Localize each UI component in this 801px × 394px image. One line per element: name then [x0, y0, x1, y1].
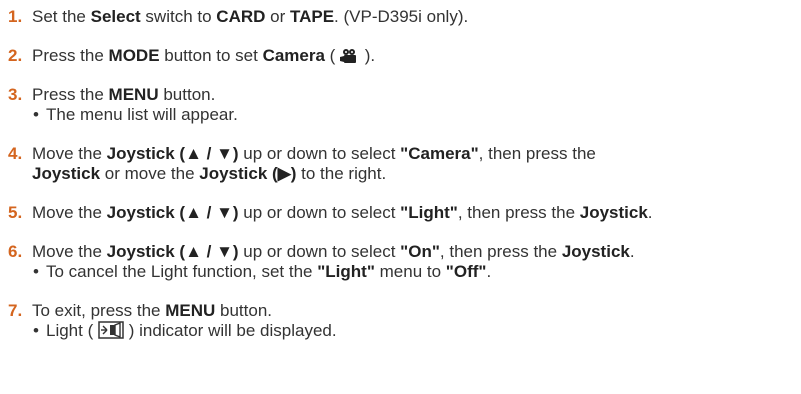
- select-label: Select: [90, 7, 141, 26]
- text: Move the: [32, 144, 107, 163]
- menu-label: MENU: [165, 301, 216, 320]
- step-number: 5.: [8, 203, 23, 222]
- bullet-note: • The menu list will appear.: [8, 105, 798, 125]
- text: up or down to select: [238, 144, 401, 163]
- text: up or down to select: [238, 203, 401, 222]
- tape-label: TAPE: [289, 7, 335, 26]
- menu-label: MENU: [108, 85, 159, 104]
- light-indicator-icon: [98, 321, 124, 339]
- step-text: Move the Joystick (▲ / ▼) up or down to …: [8, 203, 798, 223]
- light-menu-label: "Light": [400, 203, 458, 222]
- instruction-steps: 1. Set the Select switch to CARD or TAPE…: [8, 7, 798, 341]
- bullet-note: • To cancel the Light function, set the …: [8, 262, 798, 282]
- step-number: 7.: [8, 301, 23, 320]
- off-option-label: "Off": [445, 262, 487, 281]
- text: To exit, press the: [32, 301, 166, 320]
- step-5: 5. Move the Joystick (▲ / ▼) up or down …: [8, 203, 798, 223]
- camera-icon: [340, 49, 357, 63]
- step-number: 1.: [8, 7, 23, 26]
- step-3: 3. Press the MENU button. • The menu lis…: [8, 85, 798, 125]
- text: , then press the: [457, 203, 580, 222]
- text: up or down to select: [238, 242, 401, 261]
- text: button.: [215, 301, 273, 320]
- step-text: Press the MENU button.: [8, 85, 798, 105]
- step-text: To exit, press the MENU button.: [8, 301, 798, 321]
- joystick-label: Joystick (▲ / ▼): [106, 144, 239, 163]
- text: .: [486, 262, 492, 281]
- text: to the right.: [296, 164, 387, 183]
- on-option-label: "On": [400, 242, 440, 261]
- step-4: 4. Move the Joystick (▲ / ▼) up or down …: [8, 144, 798, 184]
- step-2: 2. Press the MODE button to set Camera (…: [8, 46, 798, 66]
- step-1: 1. Set the Select switch to CARD or TAPE…: [8, 7, 798, 27]
- text: ).: [360, 46, 376, 65]
- step-text: Move the Joystick (▲ / ▼) up or down to …: [8, 144, 798, 164]
- joystick-label: Joystick (▲ / ▼): [106, 203, 239, 222]
- text: menu to: [374, 262, 446, 281]
- bullet-text: The menu list will appear.: [46, 105, 238, 124]
- text: . (VP-D395i only).: [334, 7, 469, 26]
- text: , then press the: [478, 144, 596, 163]
- mode-label: MODE: [108, 46, 160, 65]
- text: Move the: [32, 203, 107, 222]
- step-text: Press the MODE button to set Camera ( ).: [8, 46, 798, 66]
- text: or: [265, 7, 290, 26]
- text: .: [629, 242, 635, 261]
- step-number: 6.: [8, 242, 23, 261]
- step-6: 6. Move the Joystick (▲ / ▼) up or down …: [8, 242, 798, 282]
- bullet-note: • Light ( ) indicator will be displayed.: [8, 321, 798, 341]
- step-number: 2.: [8, 46, 23, 65]
- step-text-continued: Joystick or move the Joystick (▶) to the…: [8, 164, 798, 184]
- bullet-dot: •: [33, 105, 39, 124]
- text: Light (: [46, 321, 98, 340]
- bullet-dot: •: [33, 321, 39, 340]
- text: ) indicator will be displayed.: [123, 321, 337, 340]
- camera-menu-label: "Camera": [400, 144, 479, 163]
- bullet-dot: •: [33, 262, 39, 281]
- text: Press the: [32, 46, 109, 65]
- step-text: Set the Select switch to CARD or TAPE. (…: [8, 7, 798, 27]
- step-number: 3.: [8, 85, 23, 104]
- step-number: 4.: [8, 144, 23, 163]
- text: switch to: [140, 7, 217, 26]
- step-7: 7. To exit, press the MENU button. • Lig…: [8, 301, 798, 341]
- joystick-right-label: Joystick (▶): [199, 164, 297, 183]
- light-menu-label: "Light": [317, 262, 375, 281]
- text: button to set: [159, 46, 263, 65]
- camera-label: Camera: [262, 46, 325, 65]
- text: Set the: [32, 7, 91, 26]
- joystick-label: Joystick: [579, 203, 648, 222]
- text: .: [647, 203, 653, 222]
- card-label: CARD: [216, 7, 266, 26]
- joystick-label: Joystick (▲ / ▼): [106, 242, 239, 261]
- text: To cancel the Light function, set the: [46, 262, 318, 281]
- text: or move the: [100, 164, 200, 183]
- joystick-label: Joystick: [561, 242, 630, 261]
- text: , then press the: [439, 242, 562, 261]
- text: (: [324, 46, 341, 65]
- step-text: Move the Joystick (▲ / ▼) up or down to …: [8, 242, 798, 262]
- text: button.: [158, 85, 216, 104]
- text: Move the: [32, 242, 107, 261]
- text: Press the: [32, 85, 109, 104]
- joystick-label: Joystick: [32, 164, 101, 183]
